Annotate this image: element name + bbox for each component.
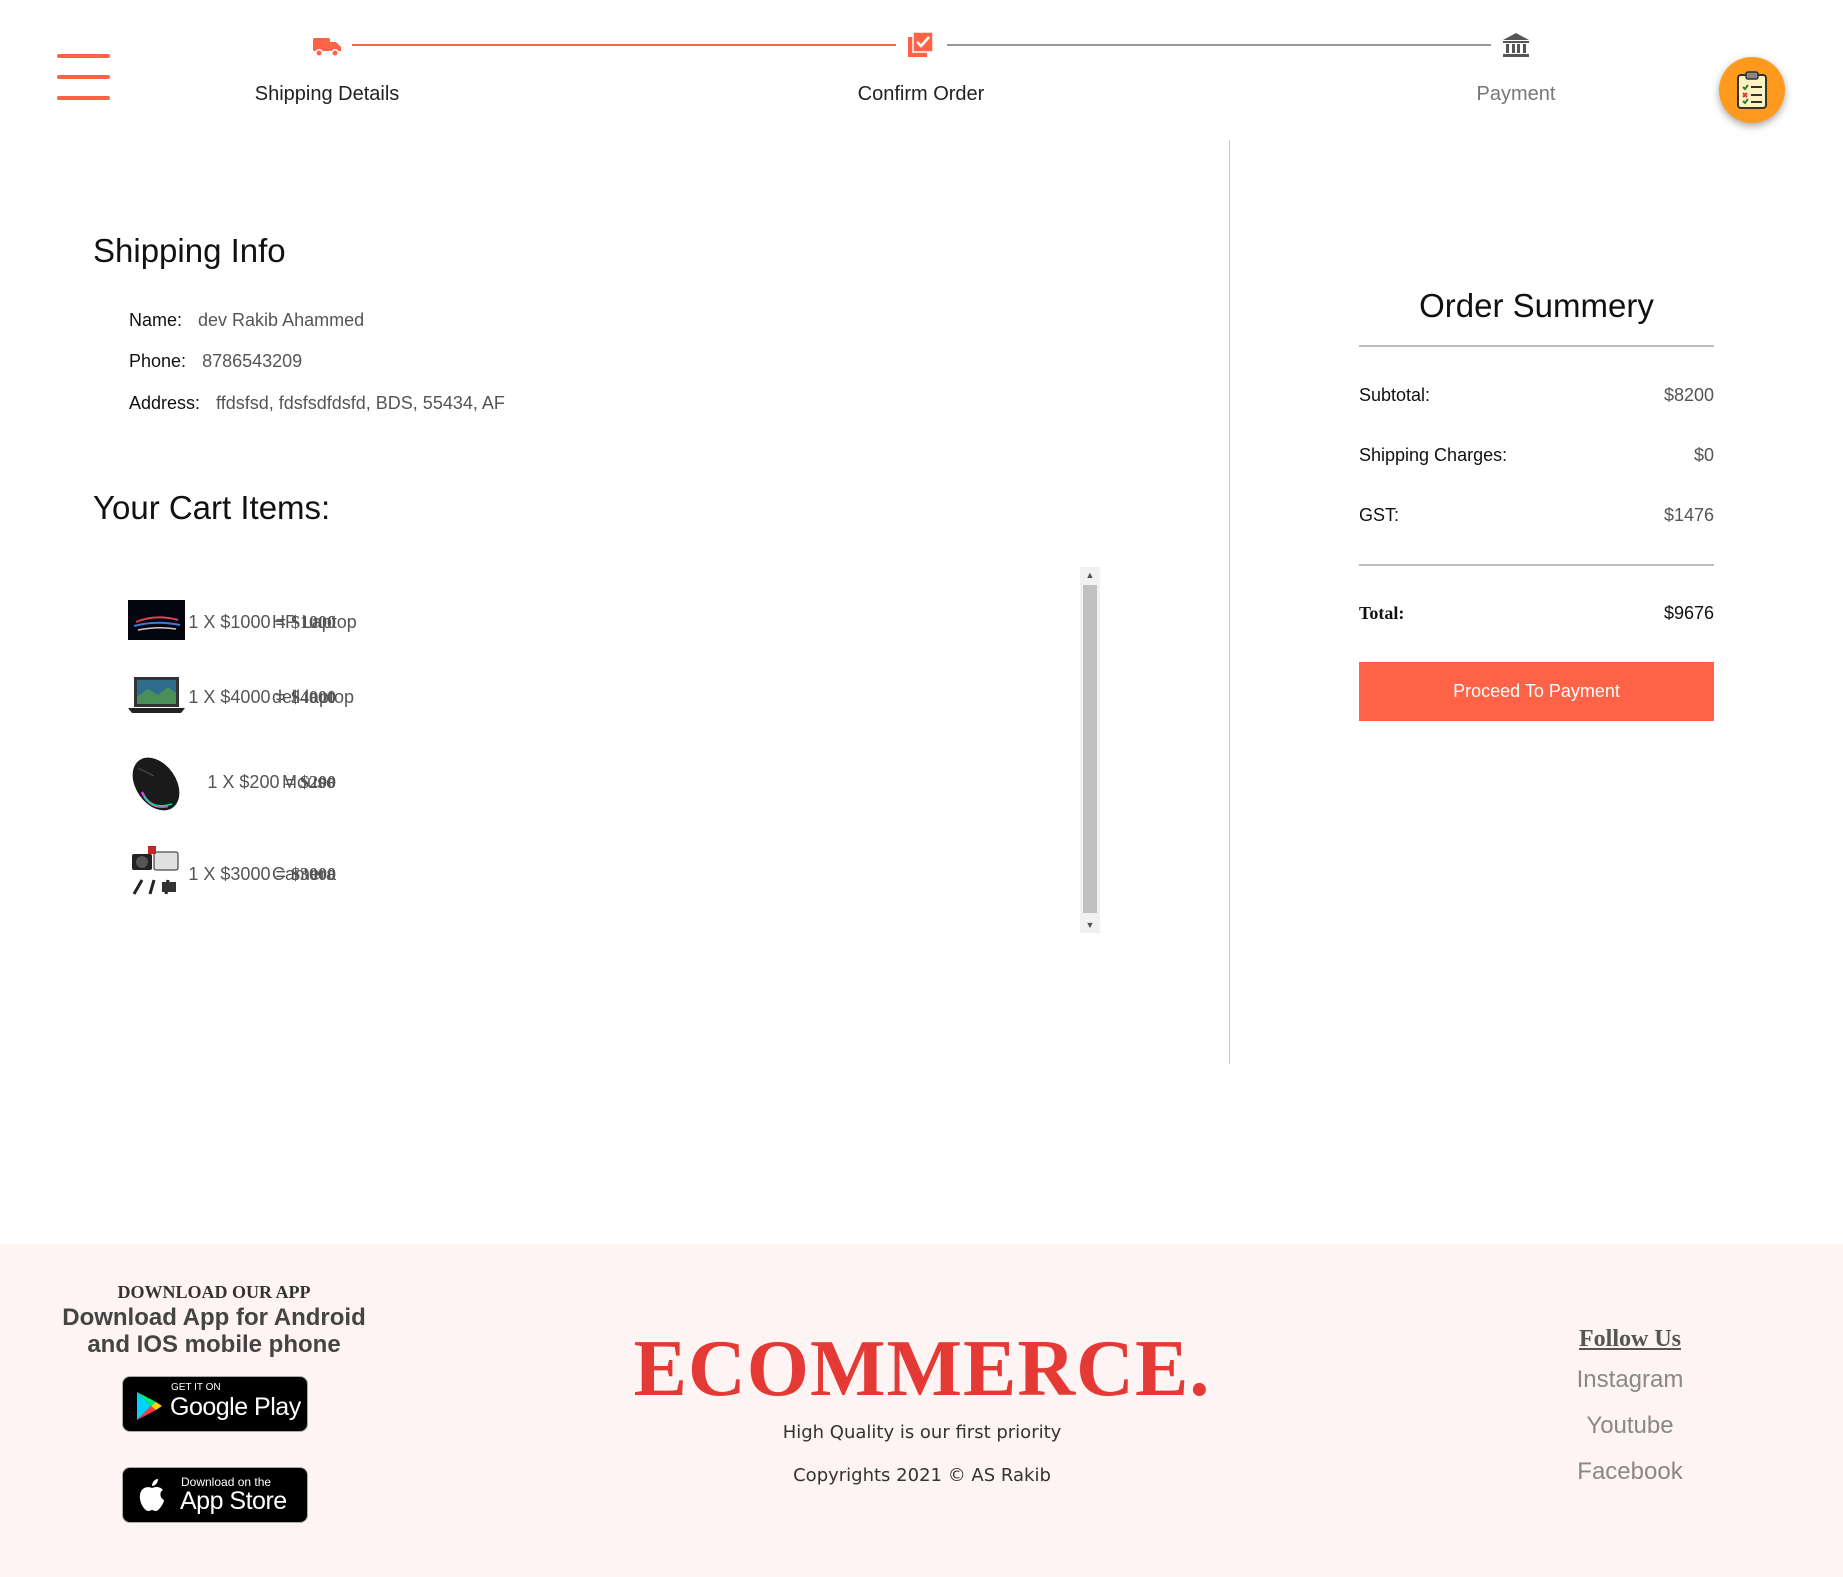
item-price: 1 X $200 = $200 bbox=[207, 772, 336, 793]
follow-us-title: Follow Us bbox=[1579, 1326, 1681, 1352]
step-label-payment: Payment bbox=[1476, 83, 1556, 105]
address-label: Address: bbox=[129, 393, 201, 413]
item-price: 1 X $1000 = $1000 bbox=[188, 612, 336, 633]
apple-icon bbox=[139, 1479, 164, 1511]
name-value: dev Rakib Ahammed bbox=[198, 310, 365, 330]
bank-icon bbox=[1503, 33, 1529, 57]
google-play-button[interactable]: GET IT ON Google Play bbox=[122, 1376, 308, 1432]
item-qty-price: 1 X $4000 = bbox=[188, 687, 286, 707]
copyright: Copyrights 2021 © AS Rakib bbox=[793, 1465, 1051, 1486]
truck-icon bbox=[313, 38, 341, 57]
scroll-down-arrow[interactable]: ▼ bbox=[1080, 917, 1100, 933]
address-value: ffdsfsd, fdsfsdfdsfd, BDS, 55434, AF bbox=[216, 393, 505, 413]
scroll-up-arrow[interactable]: ▲ bbox=[1080, 567, 1100, 583]
menu-bar bbox=[57, 75, 110, 79]
gst-value: $1476 bbox=[1663, 505, 1714, 525]
summary-divider bbox=[1359, 564, 1714, 566]
step-connector bbox=[352, 44, 896, 46]
menu-button[interactable] bbox=[57, 54, 110, 102]
item-price: 1 X $3000 = $3000 bbox=[188, 864, 336, 885]
speed-dial-button[interactable] bbox=[1719, 57, 1785, 123]
menu-bar bbox=[57, 54, 110, 58]
scroll-thumb[interactable] bbox=[1083, 585, 1097, 913]
clipboard-icon bbox=[1737, 71, 1767, 109]
app-store-button[interactable]: Download on the App Store bbox=[122, 1467, 308, 1523]
item-total: $3000 bbox=[291, 864, 336, 884]
download-app-title: DOWNLOAD OUR APP bbox=[117, 1282, 311, 1302]
gst-row: GST: $1476 bbox=[1359, 505, 1714, 526]
summary-divider bbox=[1359, 345, 1714, 347]
tagline: High Quality is our first priority bbox=[782, 1422, 1062, 1443]
proceed-to-payment-button[interactable]: Proceed To Payment bbox=[1359, 662, 1714, 721]
download-app-text-line: Download App for Android bbox=[62, 1304, 366, 1331]
gst-label: GST: bbox=[1359, 505, 1400, 525]
checklist-icon bbox=[908, 31, 934, 57]
total-value: $9676 bbox=[1663, 603, 1714, 623]
app-store-big-text: App Store bbox=[180, 1487, 287, 1515]
mouse-image bbox=[132, 757, 180, 811]
item-price: 1 X $4000 = $4000 bbox=[188, 687, 336, 708]
shipping-charges-row: Shipping Charges: $0 bbox=[1359, 445, 1714, 466]
item-qty-price: 1 X $1000 = bbox=[188, 612, 286, 632]
cart-item: Camera 1 X $3000 = $3000 bbox=[0, 844, 1100, 904]
subtotal-row: Subtotal: $8200 bbox=[1359, 385, 1714, 406]
laptop-image bbox=[128, 677, 185, 713]
shipping-charges-value: $0 bbox=[1693, 445, 1714, 465]
cart-title: Your Cart Items: bbox=[93, 489, 331, 526]
item-qty-price: 1 X $3000 = bbox=[188, 864, 286, 884]
total-label: Total: bbox=[1359, 603, 1405, 623]
google-play-big-text: Google Play bbox=[170, 1393, 301, 1421]
camera-image bbox=[132, 846, 179, 895]
item-total: $1000 bbox=[291, 612, 336, 632]
step-label-confirm: Confirm Order bbox=[857, 83, 985, 105]
item-qty-price: 1 X $200 = bbox=[207, 772, 295, 792]
name-row: Name: dev Rakib Ahammed bbox=[129, 310, 364, 331]
shipping-info-title: Shipping Info bbox=[93, 232, 286, 269]
step-label-shipping: Shipping Details bbox=[254, 83, 400, 105]
name-label: Name: bbox=[129, 310, 183, 330]
item-total: $4000 bbox=[291, 687, 336, 707]
instagram-link[interactable]: Instagram bbox=[1540, 1366, 1720, 1394]
download-app-text: Download App for Android and IOS mobile … bbox=[0, 1304, 428, 1358]
shipping-charges-label: Shipping Charges: bbox=[1359, 445, 1508, 465]
google-play-icon bbox=[137, 1392, 162, 1420]
brand-logo-text: ECOMMERCE. bbox=[633, 1325, 1211, 1413]
phone-label: Phone: bbox=[129, 351, 187, 371]
laptop-image bbox=[128, 600, 185, 640]
phone-row: Phone: 8786543209 bbox=[129, 351, 302, 372]
menu-bar bbox=[57, 96, 110, 100]
google-play-small-text: GET IT ON bbox=[171, 1382, 221, 1393]
total-row: Total: $9676 bbox=[1359, 603, 1714, 624]
footer: DOWNLOAD OUR APP Download App for Androi… bbox=[0, 1244, 1843, 1577]
download-app-text-line: and IOS mobile phone bbox=[87, 1331, 341, 1358]
item-total: $200 bbox=[300, 772, 336, 792]
address-row: Address: ffdsfsd, fdsfsdfdsfd, BDS, 55434… bbox=[129, 393, 505, 414]
cart-item: HP Laptop 1 X $1000 = $1000 bbox=[0, 592, 1100, 652]
subtotal-label: Subtotal: bbox=[1359, 385, 1431, 405]
step-connector bbox=[947, 44, 1491, 46]
cart-item: Mouse 1 X $200 = $200 bbox=[0, 752, 1100, 812]
phone-value: 8786543209 bbox=[202, 351, 303, 371]
cart-item: dell laptop 1 X $4000 = $4000 bbox=[0, 667, 1100, 727]
order-summary-title: Order Summery bbox=[1419, 287, 1654, 324]
facebook-link[interactable]: Facebook bbox=[1540, 1458, 1720, 1486]
youtube-link[interactable]: Youtube bbox=[1540, 1412, 1720, 1440]
cart-scrollbar[interactable]: ▲ ▼ bbox=[1080, 567, 1100, 933]
subtotal-value: $8200 bbox=[1663, 385, 1714, 405]
column-divider bbox=[1229, 140, 1230, 1064]
